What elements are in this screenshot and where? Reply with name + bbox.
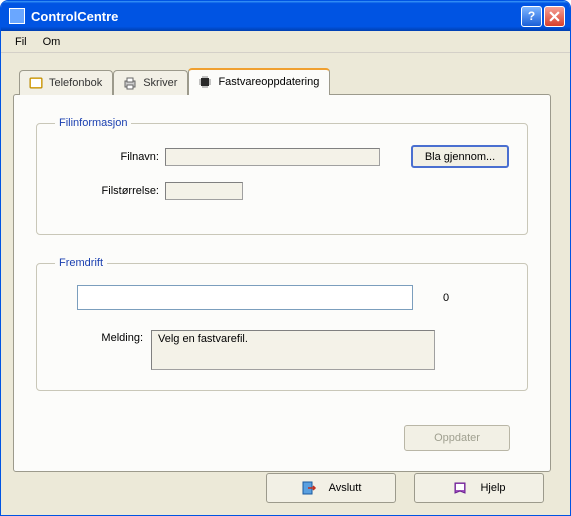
titlebar: ControlCentre ? — [1, 1, 570, 31]
client-area: Telefonbok Skriver Fastvareoppdatering F… — [1, 53, 570, 515]
tab-label: Telefonbok — [49, 77, 102, 89]
exit-icon — [301, 480, 317, 496]
help-button-label: Hjelp — [480, 482, 505, 494]
message-text: Velg en fastvarefil. — [158, 333, 248, 345]
browse-button[interactable]: Bla gjennom... — [411, 145, 509, 168]
menu-file[interactable]: Fil — [7, 34, 35, 50]
filename-label: Filnavn: — [55, 151, 165, 163]
app-icon — [9, 8, 25, 24]
exit-button-label: Avslutt — [329, 482, 362, 494]
help-book-icon — [452, 480, 468, 496]
titlebar-close-button[interactable] — [544, 6, 565, 27]
filesize-field — [165, 182, 243, 200]
browse-button-label: Bla gjennom... — [425, 151, 495, 163]
titlebar-help-button[interactable]: ? — [521, 6, 542, 27]
printer-icon — [122, 75, 138, 91]
tab-printer[interactable]: Skriver — [113, 70, 188, 95]
window-title: ControlCentre — [31, 9, 521, 24]
tab-phonebook[interactable]: Telefonbok — [19, 70, 113, 95]
filename-field — [165, 148, 380, 166]
fileinfo-legend: Filinformasjon — [55, 117, 131, 129]
menubar: Fil Om — [1, 31, 570, 53]
bottom-button-bar: Avslutt Hjelp — [266, 473, 544, 503]
tabstrip: Telefonbok Skriver Fastvareoppdatering — [19, 67, 558, 94]
help-button[interactable]: Hjelp — [414, 473, 544, 503]
chip-icon — [197, 74, 213, 90]
update-button-label: Oppdater — [434, 432, 480, 444]
menu-about[interactable]: Om — [35, 34, 69, 50]
message-field: Velg en fastvarefil. — [151, 330, 435, 370]
exit-button[interactable]: Avslutt — [266, 473, 396, 503]
tab-label: Skriver — [143, 77, 177, 89]
progress-bar — [77, 285, 413, 310]
update-button: Oppdater — [404, 425, 510, 451]
fileinfo-group: Filinformasjon Filnavn: Bla gjennom... F… — [36, 117, 528, 235]
book-icon — [28, 75, 44, 91]
filesize-label: Filstørrelse: — [55, 185, 165, 197]
progress-group: Fremdrift 0 Melding: Velg en fastvarefil… — [36, 257, 528, 391]
tab-panel-firmware: Filinformasjon Filnavn: Bla gjennom... F… — [13, 94, 551, 472]
tab-firmware[interactable]: Fastvareoppdatering — [188, 68, 330, 95]
window: ControlCentre ? Fil Om Telefonbok Skriv — [0, 0, 571, 516]
progress-value: 0 — [443, 292, 449, 304]
progress-legend: Fremdrift — [55, 257, 107, 269]
tab-label: Fastvareoppdatering — [218, 76, 319, 88]
message-label: Melding: — [55, 330, 151, 344]
